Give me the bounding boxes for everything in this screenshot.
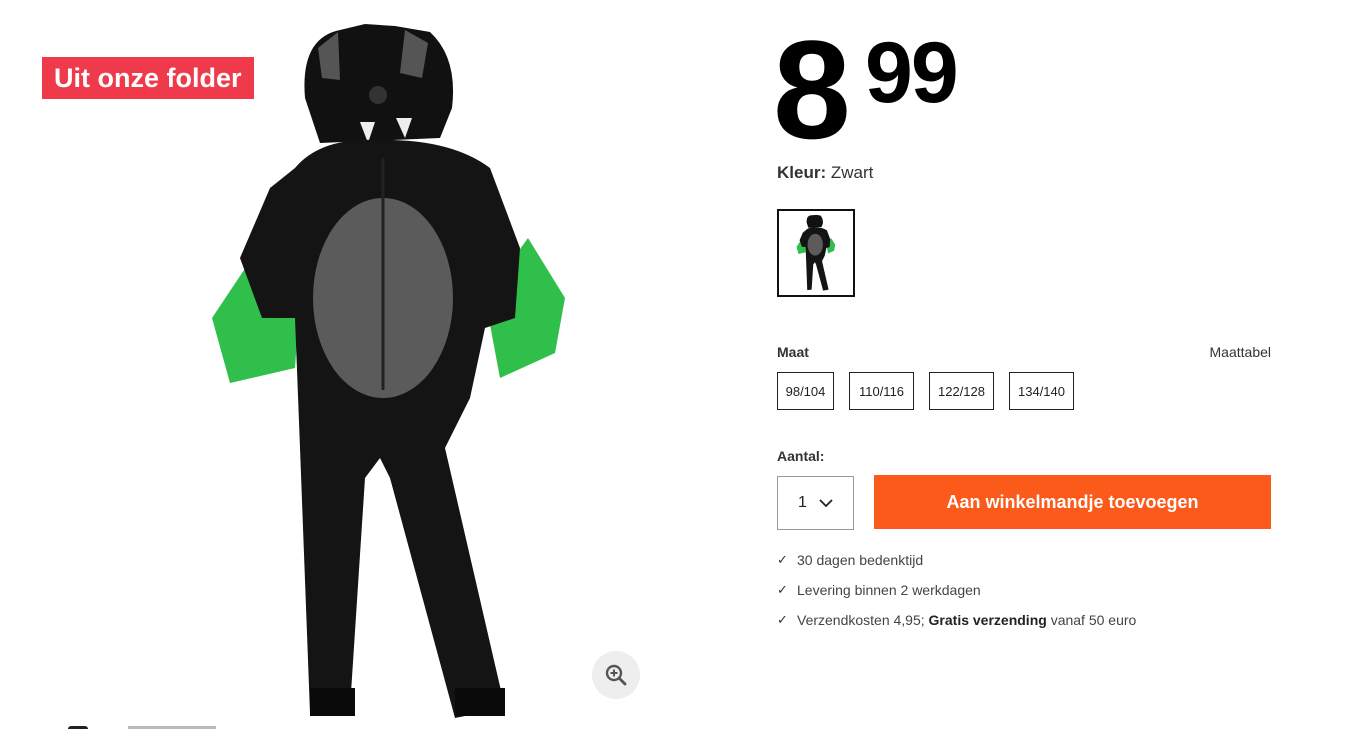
price-cents: 99 bbox=[865, 25, 959, 121]
size-chart-link[interactable]: Maattabel bbox=[1210, 344, 1271, 360]
size-option[interactable]: 122/128 bbox=[929, 372, 994, 410]
usp-item: ✓ Verzendkosten 4,95; Gratis verzending … bbox=[777, 612, 1136, 642]
usp-list: ✓ 30 dagen bedenktijd ✓ Levering binnen … bbox=[777, 552, 1136, 642]
check-icon: ✓ bbox=[777, 612, 788, 627]
usp-item: ✓ Levering binnen 2 werkdagen bbox=[777, 582, 1136, 612]
thumbnail-strip[interactable] bbox=[60, 724, 220, 730]
usp-free-shipping: Gratis verzending bbox=[928, 612, 1047, 628]
product-gallery: Uit onze folder bbox=[0, 0, 750, 730]
check-icon: ✓ bbox=[777, 552, 788, 567]
zoom-in-icon bbox=[605, 664, 627, 686]
size-label: Maat bbox=[777, 344, 809, 360]
quantity-select[interactable]: 1 bbox=[777, 476, 854, 530]
usp-text: Levering binnen 2 werkdagen bbox=[797, 582, 981, 598]
swatch-image bbox=[796, 214, 836, 291]
color-value: Zwart bbox=[830, 163, 874, 182]
size-options: 98/104 110/116 122/128 134/140 bbox=[777, 372, 1089, 410]
color-line: Kleur: Zwart bbox=[777, 163, 873, 183]
quantity-value: 1 bbox=[798, 494, 807, 511]
usp-text: 30 dagen bedenktijd bbox=[797, 552, 924, 568]
zoom-button[interactable] bbox=[592, 651, 640, 699]
color-label: Kleur: bbox=[777, 163, 827, 182]
size-option[interactable]: 110/116 bbox=[849, 372, 914, 410]
price-euros: 8 bbox=[773, 11, 851, 168]
usp-item: ✓ 30 dagen bedenktijd bbox=[777, 552, 1136, 582]
usp-shipping-cost: Verzendkosten 4,95; bbox=[797, 612, 929, 628]
usp-text: Verzendkosten 4,95; Gratis verzending va… bbox=[797, 612, 1136, 628]
quantity-label: Aantal: bbox=[777, 448, 825, 464]
add-to-cart-button[interactable]: Aan winkelmandje toevoegen bbox=[874, 475, 1271, 529]
check-icon: ✓ bbox=[777, 582, 788, 597]
usp-threshold: vanaf 50 euro bbox=[1046, 612, 1137, 628]
product-image[interactable] bbox=[200, 18, 580, 730]
chevron-down-icon bbox=[819, 499, 833, 508]
color-swatch[interactable] bbox=[777, 209, 855, 297]
size-option[interactable]: 98/104 bbox=[777, 372, 834, 410]
size-option[interactable]: 134/140 bbox=[1009, 372, 1074, 410]
